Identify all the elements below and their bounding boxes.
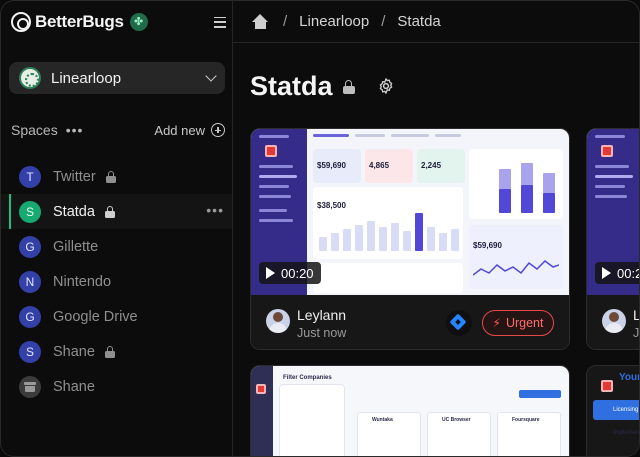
recording-duration: 00:20 <box>617 265 639 281</box>
play-button[interactable]: 00:20 <box>259 262 321 284</box>
space-label: Google Drive <box>53 308 138 325</box>
main-content: / Linearloop / Statda Statda $59,690 4,8… <box>233 1 640 456</box>
space-avatar: T <box>19 165 41 188</box>
home-icon[interactable] <box>251 13 269 30</box>
thumb-monthly-sales: $59,690 <box>469 225 563 289</box>
page-title-row: Statda <box>250 68 395 104</box>
space-label: Gillette <box>53 238 99 255</box>
workspace-switcher[interactable]: Linearloop <box>9 62 225 94</box>
author-name: Leylann <box>297 307 347 323</box>
lock-icon <box>104 346 115 358</box>
sidebar-item-gillette[interactable]: G Gillette <box>1 229 232 264</box>
space-avatar: N <box>19 270 41 293</box>
brand-name: BetterBugs <box>35 12 124 31</box>
play-icon <box>266 267 275 279</box>
sidebar-item-nintendo[interactable]: N Nintendo <box>1 264 232 299</box>
bug-report-card[interactable]: $59,690 4,865 2,245 $38,500 $59,690 00:2… <box>250 128 570 350</box>
gear-icon[interactable] <box>377 77 395 95</box>
thumb-sales-report: $38,500 <box>313 187 463 259</box>
sidebar-item-shane[interactable]: S Shane <box>1 334 232 369</box>
card-footer: Leylann Just now ⚡ Urgent <box>251 295 569 349</box>
play-icon <box>602 267 611 279</box>
thumb-total-sales: $59,690 <box>317 161 346 170</box>
space-label: Twitter <box>53 168 96 185</box>
add-new-space-button[interactable]: Add new <box>154 123 225 138</box>
thumb-heading: Filter Companies <box>283 375 332 381</box>
record-icon <box>265 145 277 157</box>
recording-duration: 00:20 <box>281 265 314 281</box>
breadcrumb: / Linearloop / Statda <box>233 1 639 43</box>
breadcrumb-separator: / <box>283 13 288 30</box>
space-label: Nintendo <box>53 273 112 290</box>
workspace-name: Linearloop <box>51 69 122 87</box>
breadcrumb-space[interactable]: Statda <box>397 13 440 30</box>
space-label: Statda <box>53 203 95 220</box>
sidebar-item-google-drive[interactable]: G Google Drive <box>1 299 232 334</box>
space-avatar: G <box>19 305 41 328</box>
sidebar: BetterBugs ✤ Linearloop Spaces ••• Add n… <box>1 1 233 456</box>
recording-thumbnail[interactable]: Filter Companies Wuntaka UC Browser Four… <box>251 366 569 456</box>
record-icon <box>601 145 613 157</box>
priority-label: Urgent <box>505 316 544 330</box>
thumb-sales-list <box>313 263 463 293</box>
workspace-avatar <box>19 67 41 89</box>
author-name: L <box>633 307 639 323</box>
bug-report-card[interactable]: Filter Companies Wuntaka UC Browser Four… <box>250 365 570 456</box>
clover-badge-icon: ✤ <box>129 13 148 31</box>
space-label: Shane <box>53 378 95 395</box>
lightning-icon: ⚡ <box>492 316 501 330</box>
record-icon <box>601 380 613 392</box>
space-avatar: S <box>19 340 41 363</box>
thumb-total-orders: 4,865 <box>369 161 390 170</box>
space-label: Shane <box>53 343 95 360</box>
lock-icon <box>105 171 116 183</box>
archive-icon <box>19 375 41 398</box>
avatar <box>266 309 290 333</box>
reported-time: Just now <box>297 326 347 340</box>
space-list: T Twitter S Statda ••• G Gillette N Nint… <box>1 159 232 404</box>
thumb-sidebar <box>251 366 273 456</box>
betterbugs-logo-icon <box>11 12 31 32</box>
recording-thumbnail[interactable]: 00:20 <box>587 129 639 295</box>
chevron-down-icon <box>205 70 217 82</box>
plus-circle-icon <box>211 123 225 137</box>
thumb-orders-list <box>469 149 563 219</box>
jira-icon[interactable] <box>446 310 472 336</box>
play-button[interactable]: 00:20 <box>595 262 639 284</box>
sidebar-item-twitter[interactable]: T Twitter <box>1 159 232 194</box>
space-avatar: S <box>19 200 41 223</box>
spaces-more-icon[interactable]: ••• <box>66 123 84 137</box>
thumb-total-customers: 2,245 <box>421 161 442 170</box>
priority-badge[interactable]: ⚡ Urgent <box>482 310 554 336</box>
logo-row: BetterBugs ✤ <box>11 10 226 34</box>
sidebar-item-statda[interactable]: S Statda ••• <box>1 194 232 229</box>
space-avatar: G <box>19 235 41 258</box>
space-more-icon[interactable]: ••• <box>206 202 224 218</box>
breadcrumb-separator: / <box>381 13 386 30</box>
record-icon <box>256 384 266 394</box>
add-new-label: Add new <box>154 122 205 138</box>
sidebar-item-shane-archived[interactable]: Shane <box>1 369 232 404</box>
breadcrumb-workspace[interactable]: Linearloop <box>299 13 369 30</box>
page-title: Statda <box>250 70 333 101</box>
app-window: BetterBugs ✤ Linearloop Spaces ••• Add n… <box>0 0 640 457</box>
hamburger-menu-icon[interactable] <box>214 16 226 28</box>
recording-thumbnail[interactable]: $59,690 4,865 2,245 $38,500 $59,690 00:2… <box>251 129 569 295</box>
spaces-title: Spaces <box>11 122 58 138</box>
bug-report-card[interactable]: Your Licensing Implemen <box>586 365 639 456</box>
lock-icon <box>342 79 355 94</box>
card-footer: L J <box>587 295 640 349</box>
lock-icon <box>104 206 115 218</box>
spaces-header: Spaces ••• Add new <box>11 121 225 139</box>
avatar <box>602 309 626 333</box>
reported-time: J <box>633 326 640 340</box>
bug-report-card[interactable]: 00:20 L J <box>586 128 640 350</box>
